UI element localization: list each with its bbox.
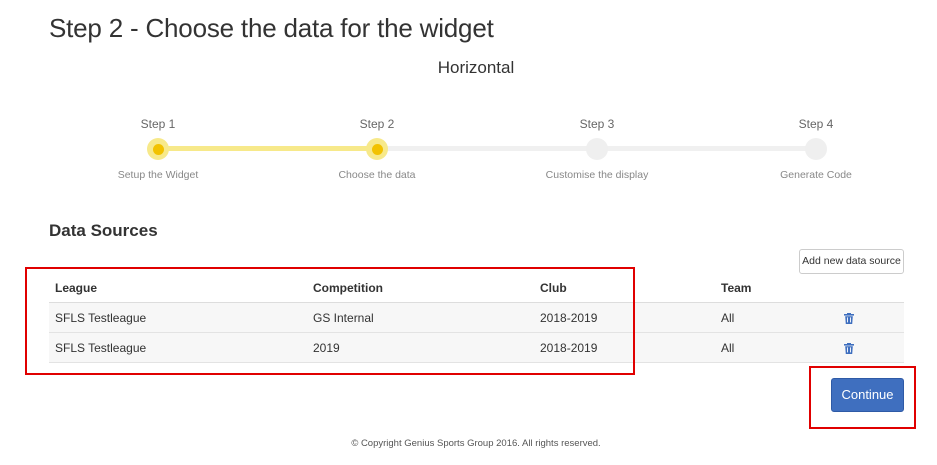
stepper-progress <box>158 146 377 151</box>
step-caption: Setup the Widget <box>117 169 199 181</box>
copyright-footer: © Copyright Genius Sports Group 2016. Al… <box>351 438 601 449</box>
step-caption: Customise the display <box>545 169 649 181</box>
cell-league: SFLS Testleague <box>55 311 147 325</box>
column-header-competition: Competition <box>313 281 383 295</box>
cell-team: All <box>721 311 735 325</box>
step-indicator-completed <box>147 138 169 160</box>
add-data-source-button[interactable]: Add new data source <box>799 249 904 274</box>
step-label: Step 1 <box>140 117 176 131</box>
step-label: Step 3 <box>579 117 615 131</box>
data-sources-table: League Competition Club Team SFLS Testle… <box>49 273 904 363</box>
cell-league: SFLS Testleague <box>55 341 147 355</box>
trash-icon[interactable] <box>844 313 854 324</box>
column-header-club: Club <box>540 281 567 295</box>
table-header: League Competition Club Team <box>49 273 904 303</box>
table-row: SFLS Testleague 2019 2018-2019 All <box>49 333 904 363</box>
table-row: SFLS Testleague GS Internal 2018-2019 Al… <box>49 303 904 333</box>
cell-competition: 2019 <box>313 341 340 355</box>
continue-button[interactable]: Continue <box>831 378 904 412</box>
step-label: Step 4 <box>798 117 834 131</box>
cell-club: 2018-2019 <box>540 341 598 355</box>
step-caption: Generate Code <box>780 169 852 181</box>
progress-stepper: Step 1 Setup the Widget Step 2 Choose th… <box>0 0 937 200</box>
step-indicator-pending <box>586 138 608 160</box>
column-header-league: League <box>55 281 98 295</box>
step-indicator-current <box>366 138 388 160</box>
trash-icon[interactable] <box>844 343 854 354</box>
cell-competition: GS Internal <box>313 311 374 325</box>
cell-team: All <box>721 341 735 355</box>
data-sources-title: Data Sources <box>49 221 158 240</box>
cell-club: 2018-2019 <box>540 311 598 325</box>
step-indicator-pending <box>805 138 827 160</box>
step-label: Step 2 <box>359 117 395 131</box>
step-caption: Choose the data <box>338 169 416 181</box>
column-header-team: Team <box>721 281 752 295</box>
